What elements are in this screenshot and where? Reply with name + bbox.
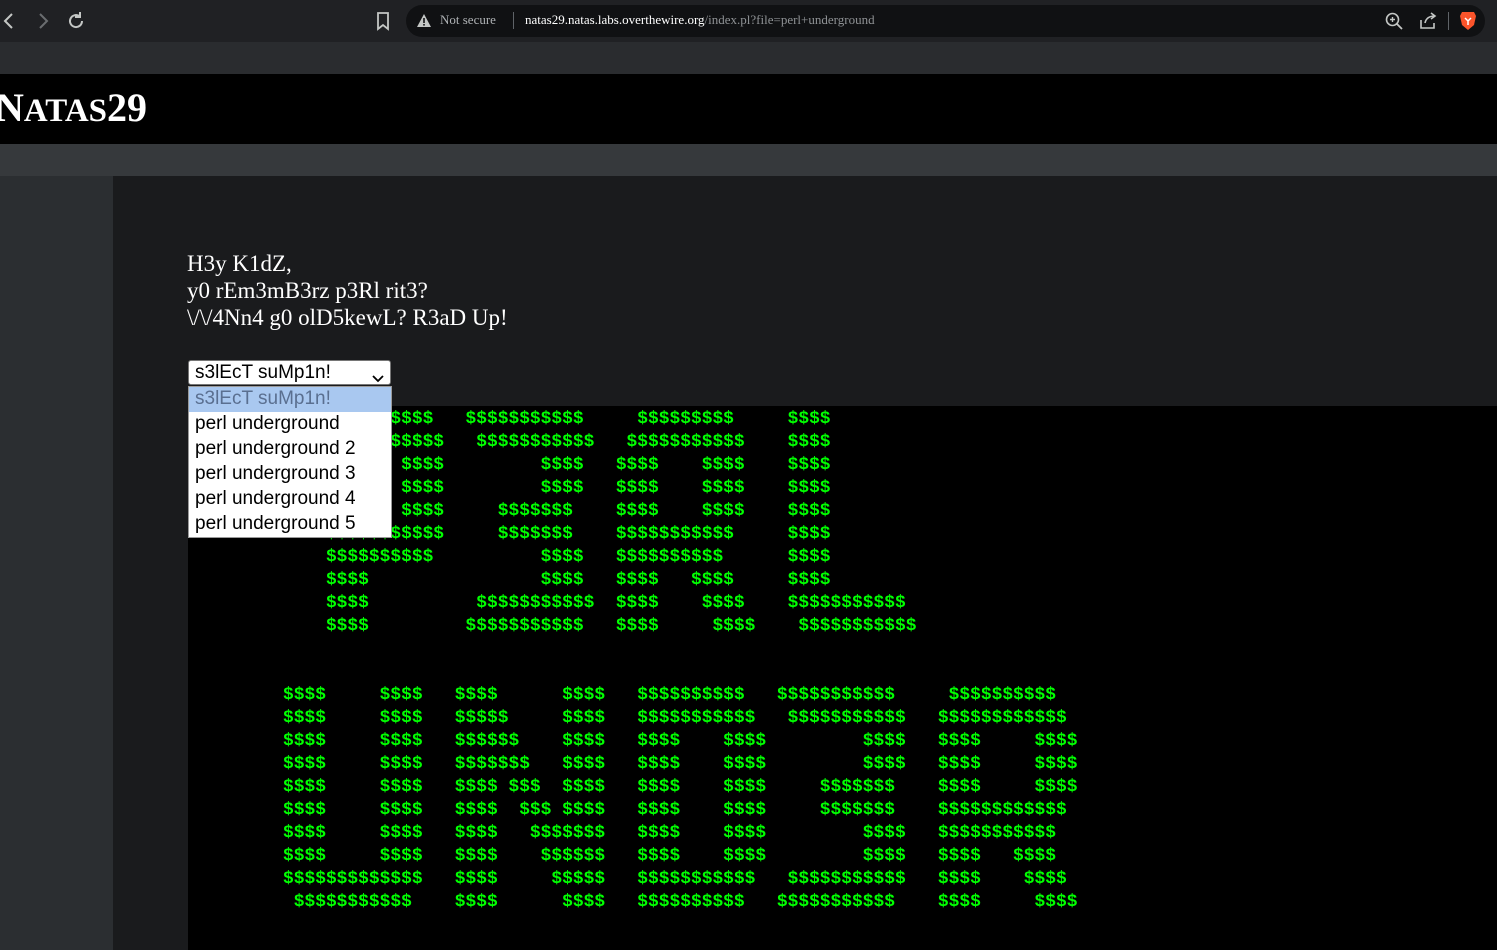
greeting-text: H3y K1dZ, y0 rEm3mB3rz p3Rl rit3? \/\/4N… xyxy=(187,250,508,331)
option-perl-underground-5[interactable]: perl underground 5 xyxy=(189,512,391,537)
option-perl-underground-3[interactable]: perl underground 3 xyxy=(189,462,391,487)
share-icon[interactable] xyxy=(1418,11,1438,31)
forward-icon[interactable] xyxy=(31,9,55,33)
file-select[interactable]: s3lEcT suMp1n! xyxy=(188,360,391,385)
page-header: NATAS29 xyxy=(0,74,1497,144)
option-select-something[interactable]: s3lEcT suMp1n! xyxy=(189,387,391,412)
url-path: /index.pl?file=perl+underground xyxy=(704,12,875,27)
url-separator xyxy=(513,12,514,29)
greeting-line-2: y0 rEm3mB3rz p3Rl rit3? xyxy=(187,278,428,303)
file-select-value: s3lEcT suMp1n! xyxy=(195,362,331,383)
option-perl-underground[interactable]: perl underground xyxy=(189,412,391,437)
page-title: NATAS29 xyxy=(0,85,148,130)
greeting-line-1: H3y K1dZ, xyxy=(187,251,292,276)
option-perl-underground-2[interactable]: perl underground 2 xyxy=(189,437,391,462)
file-select-dropdown: s3lEcT suMp1n! perl underground perl und… xyxy=(188,386,392,538)
reload-icon[interactable] xyxy=(64,9,88,33)
ascii-art: $$$$$$$$$ $$ $$$$$$$$$ $$$$ $$$$$ $$$$ $$ $… xyxy=(283,409,1078,912)
zoom-icon[interactable] xyxy=(1384,11,1404,31)
toolbar-separator xyxy=(1448,12,1449,30)
chevron-down-icon xyxy=(372,367,384,383)
bookmark-icon[interactable] xyxy=(373,10,393,32)
greeting-line-3: \/\/4Nn4 g0 olD5kewL? R3aD Up! xyxy=(187,305,508,330)
header-band xyxy=(0,144,1497,176)
back-icon[interactable] xyxy=(0,9,21,33)
option-perl-underground-4[interactable]: perl underground 4 xyxy=(189,487,391,512)
bookmarks-bar xyxy=(0,42,1497,74)
warning-icon[interactable] xyxy=(416,13,432,29)
brave-lion-icon[interactable] xyxy=(1459,10,1477,32)
url-text[interactable]: natas29.natas.labs.overthewire.org/index… xyxy=(525,12,875,28)
url-host: natas29.natas.labs.overthewire.org xyxy=(525,12,705,27)
security-label[interactable]: Not secure xyxy=(440,12,496,28)
